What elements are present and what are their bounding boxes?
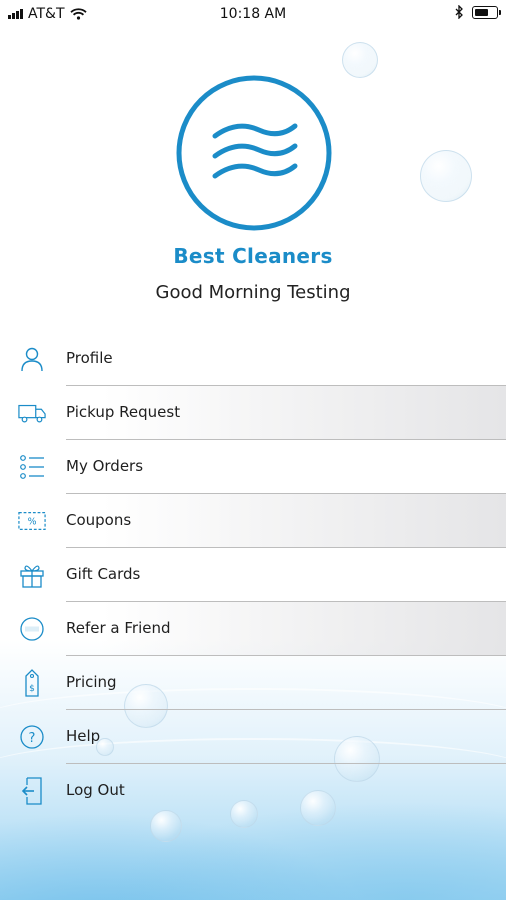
coupon-icon: % [18,507,46,535]
menu-label: Coupons [66,511,132,529]
menu-label: Pricing [66,673,117,691]
bubble-decoration [342,42,378,78]
battery-icon [472,5,501,19]
menu-item-pickup-request[interactable]: Pickup Request [0,386,506,440]
menu-label: Pickup Request [66,403,181,421]
status-bar: AT&T 10:18 AM [0,0,506,28]
menu-item-coupons[interactable]: % Coupons [0,494,506,548]
menu-label: Help [66,727,101,745]
menu-item-pricing[interactable]: $ Pricing [0,656,506,710]
svg-text:?: ? [29,731,36,746]
menu-item-help[interactable]: ? Help [0,710,506,764]
menu-item-log-out[interactable]: Log Out [0,764,506,818]
menu-label: My Orders [66,457,144,475]
menu-item-refer-a-friend[interactable]: Refer a Friend [0,602,506,656]
list-icon [18,453,46,481]
menu-item-profile[interactable]: Profile [0,332,506,386]
price-tag-icon: $ [18,669,46,697]
logout-icon [18,777,46,805]
menu-label: Refer a Friend [66,619,171,637]
free-badge-icon [18,615,46,643]
menu-item-gift-cards[interactable]: Gift Cards [0,548,506,602]
menu-label: Profile [66,349,113,367]
truck-icon [18,399,46,427]
brand-name: Best Cleaners [173,244,333,268]
help-icon: ? [18,723,46,751]
side-menu: Profile Pickup Request My Orders % Coupo… [0,332,506,818]
bubble-decoration [420,150,472,202]
status-time: 10:18 AM [219,6,287,22]
logo-icon [176,75,332,231]
menu-item-my-orders[interactable]: My Orders [0,440,506,494]
gift-icon [18,561,46,589]
bluetooth-icon [455,5,463,19]
status-right [455,5,501,19]
menu-label: Gift Cards [66,565,141,583]
greeting-text: Good Morning Testing [155,282,351,303]
person-icon [18,345,46,373]
svg-text:%: % [28,517,37,528]
svg-text:$: $ [29,684,35,694]
menu-label: Log Out [66,781,125,799]
